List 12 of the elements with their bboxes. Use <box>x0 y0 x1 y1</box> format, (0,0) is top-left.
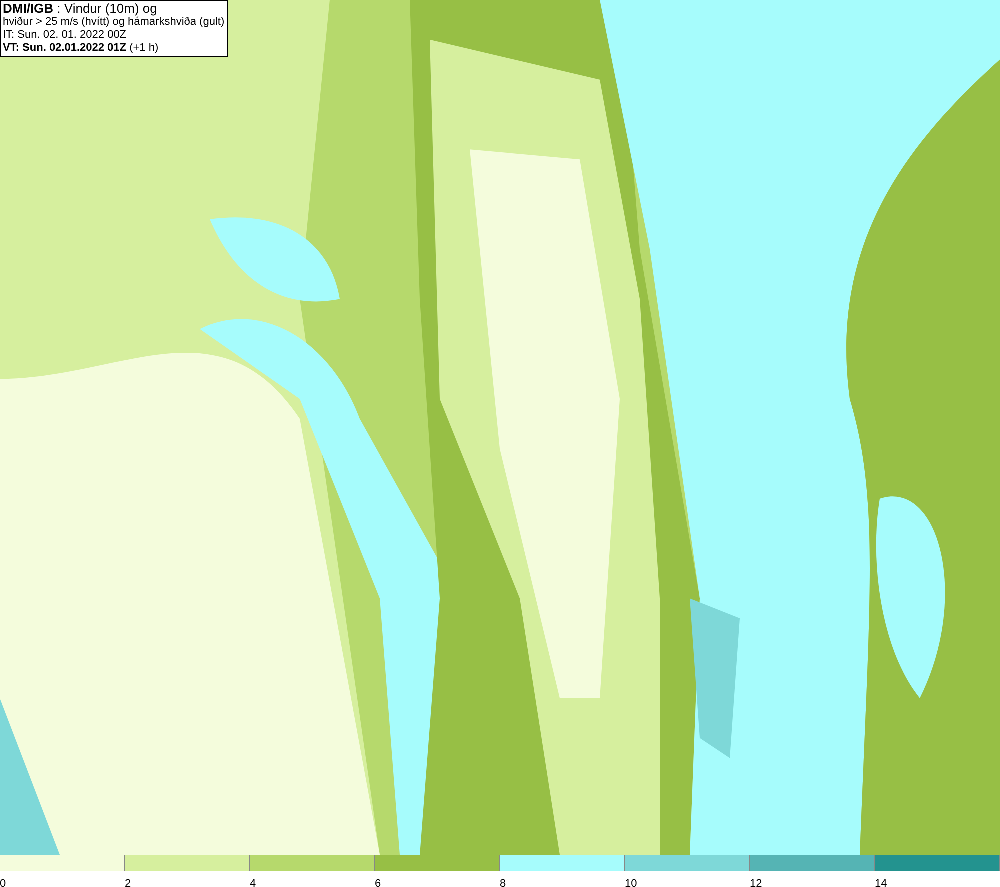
legend-label: 8 <box>500 878 506 887</box>
title-line: DMI/IGB : Vindur (10m) og <box>3 2 158 16</box>
legend-label: 2 <box>125 878 132 887</box>
legend-label: 6 <box>375 878 382 887</box>
title-line: IT: Sun. 02. 01. 2022 00Z <box>3 29 128 42</box>
legend-label: 4 <box>250 878 256 887</box>
legend-label: 10 <box>625 878 638 887</box>
legend-label: 12 <box>750 878 762 887</box>
legend-label: 0 <box>0 878 6 887</box>
legend-label: 14 <box>875 878 888 887</box>
title-line: hviður > 25 m/s (hvítt) og hámarkshviða (gult) <box>3 16 225 29</box>
title-line: VT: Sun. 02.01.2022 01Z (+1 h) <box>3 42 160 55</box>
